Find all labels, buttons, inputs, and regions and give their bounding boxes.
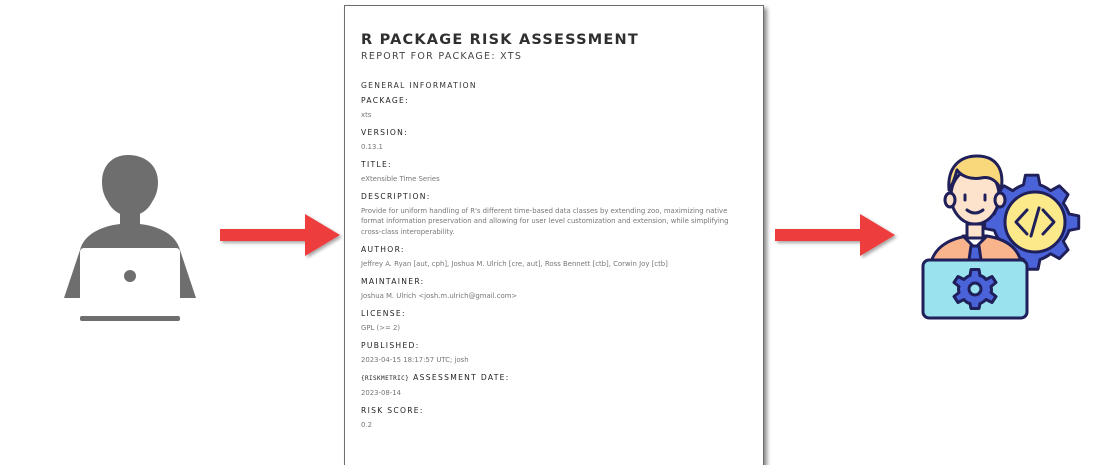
riskmetric-tag: {RISKMETRIC} (361, 375, 410, 383)
report-title: R PACKAGE RISK ASSESSMENT (361, 32, 639, 48)
risk-score-value: 0.2 (361, 421, 372, 430)
arrow-right-icon (220, 214, 340, 256)
arrow-right-icon (775, 214, 895, 256)
assessment-date-label-row: {RISKMETRIC} ASSESSMENT DATE: (361, 373, 747, 384)
license-value: GPL (>= 2) (361, 324, 401, 333)
assessment-date-label: ASSESSMENT DATE: (413, 373, 510, 383)
maintainer-value: Joshua M. Ulrich <josh.m.ulrich@gmail.co… (361, 292, 518, 301)
assessment-date-value: 2023-08-14 (361, 389, 402, 398)
description-value: Provide for uniform handling of R's diff… (361, 207, 729, 236)
maintainer-label: MAINTAINER: (361, 277, 425, 287)
user-laptop-icon (64, 155, 196, 321)
diagram-stage: R PACKAGE RISK ASSESSMENT REPORT FOR PAC… (0, 0, 1100, 465)
laptop-logo-dot (124, 270, 136, 282)
title-value: eXtensible Time Series (361, 175, 440, 183)
package-value: xts (361, 111, 372, 119)
author-label: AUTHOR: (361, 245, 405, 255)
section-general-information: GENERAL INFORMATION (361, 81, 477, 90)
published-value: 2023-04-15 18:17:57 UTC; josh (361, 356, 469, 365)
title-label: TITLE: (361, 160, 392, 169)
report-subtitle: REPORT FOR PACKAGE: XTS (361, 51, 523, 62)
risk-score-label: RISK SCORE: (361, 406, 424, 416)
published-label: PUBLISHED: (361, 341, 420, 351)
developer-code-gear-icon (921, 154, 1081, 320)
risk-assessment-report: R PACKAGE RISK ASSESSMENT REPORT FOR PAC… (344, 5, 764, 465)
description-label: DESCRIPTION: (361, 192, 431, 201)
version-value: 0.13.1 (361, 143, 383, 151)
author-value: Jeffrey A. Ryan [aut, cph], Joshua M. Ul… (361, 260, 668, 269)
package-label: PACKAGE: (361, 96, 410, 105)
laptop-base (80, 316, 180, 321)
version-label: VERSION: (361, 128, 408, 137)
license-label: LICENSE: (361, 309, 406, 319)
